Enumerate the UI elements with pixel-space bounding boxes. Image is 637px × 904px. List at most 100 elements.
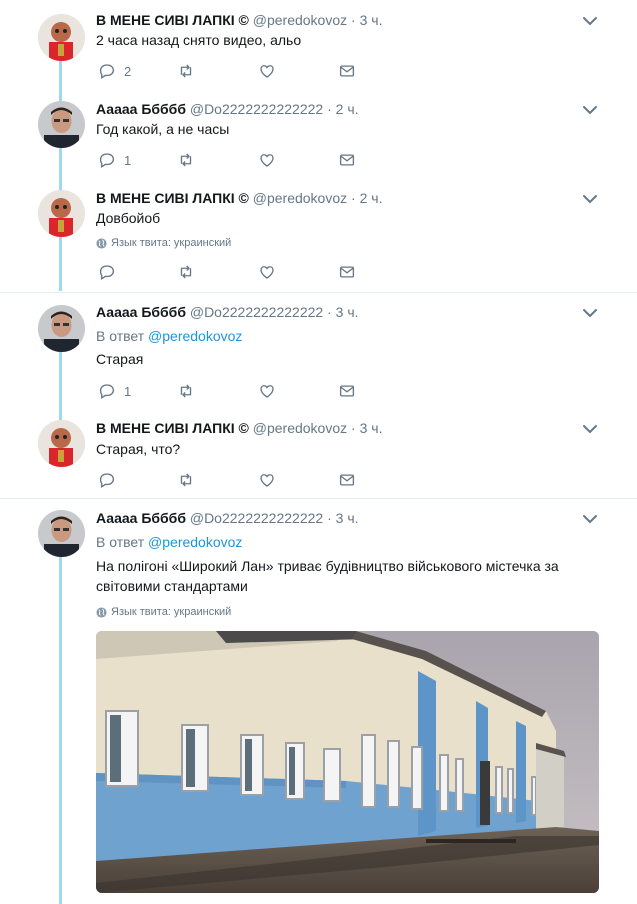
heart-icon (260, 474, 274, 487)
envelope-icon (339, 385, 355, 397)
retweet-icon (180, 473, 192, 487)
timestamp[interactable]: 3 ч. (336, 510, 359, 526)
timestamp[interactable]: 2 ч. (336, 101, 359, 117)
avatar[interactable] (38, 420, 85, 467)
separator: · (351, 420, 356, 436)
retweet-button[interactable] (177, 262, 195, 282)
tweet[interactable]: В МЕНЕ СИВІ ЛАПКІ © @peredokovoz · 2 ч. … (0, 180, 637, 292)
retweet-icon (180, 384, 192, 398)
chevron-down-icon[interactable] (582, 423, 598, 435)
dm-button[interactable] (338, 470, 356, 490)
globe-icon (96, 606, 107, 618)
retweet-button[interactable] (177, 150, 195, 170)
envelope-icon (339, 65, 355, 77)
avatar[interactable] (38, 305, 85, 352)
reply-to-prefix: В ответ (96, 534, 145, 550)
like-button[interactable] (258, 470, 276, 490)
reply-to: В ответ @peredokovoz (96, 327, 242, 345)
user-handle[interactable]: @Do2222222222222 (190, 510, 323, 526)
reply-to-handle[interactable]: @peredokovoz (148, 534, 242, 550)
tweet[interactable]: В МЕНЕ СИВІ ЛАПКІ © @peredokovoz · 3 ч. … (0, 408, 637, 498)
tweet-actions (98, 262, 358, 282)
globe-icon (96, 237, 107, 249)
chevron-down-icon[interactable] (582, 513, 598, 525)
user-handle[interactable]: @peredokovoz (253, 190, 347, 206)
user-handle[interactable]: @Do2222222222222 (190, 101, 323, 117)
reply-button[interactable]: 1 (98, 381, 131, 401)
like-button[interactable] (258, 262, 276, 282)
tweet-header: Ааааа Ббббб @Do2222222222222 · 2 ч. (96, 100, 359, 118)
user-name[interactable]: В МЕНЕ СИВІ ЛАПКІ © (96, 420, 249, 436)
retweet-icon (180, 64, 192, 78)
retweet-icon (180, 153, 192, 167)
user-handle[interactable]: @peredokovoz (253, 420, 347, 436)
tweet[interactable]: В МЕНЕ СИВІ ЛАПКІ © @peredokovoz · 3 ч. … (0, 0, 637, 92)
user-name[interactable]: В МЕНЕ СИВІ ЛАПКІ © (96, 190, 249, 206)
tweet[interactable]: Ааааа Ббббб @Do2222222222222 · 3 ч. В от… (0, 293, 637, 408)
user-name[interactable]: Ааааа Ббббб (96, 510, 186, 526)
reply-button[interactable] (98, 470, 116, 490)
reply-button[interactable] (98, 262, 116, 282)
reply-to-prefix: В ответ (96, 328, 145, 344)
reply-count: 1 (124, 383, 132, 399)
timestamp[interactable]: 3 ч. (360, 12, 383, 28)
user-name[interactable]: В МЕНЕ СИВІ ЛАПКІ © (96, 12, 249, 28)
tweet-header: В МЕНЕ СИВІ ЛАПКІ © @peredokovoz · 3 ч. (96, 11, 382, 29)
separator: · (327, 510, 332, 526)
heart-icon (260, 65, 274, 78)
reply-icon (99, 473, 115, 488)
retweet-button[interactable] (177, 470, 195, 490)
language-label: Язык твита: украинский (111, 237, 232, 249)
user-name[interactable]: Ааааа Ббббб (96, 101, 186, 117)
tweet-header: Ааааа Ббббб @Do2222222222222 · 3 ч. (96, 303, 359, 321)
reply-count: 1 (124, 152, 132, 168)
timestamp[interactable]: 3 ч. (336, 304, 359, 320)
separator: · (327, 101, 332, 117)
avatar[interactable] (38, 101, 85, 148)
tweet-actions: 2 (98, 61, 358, 81)
chevron-down-icon[interactable] (582, 15, 598, 27)
retweet-button[interactable] (177, 381, 195, 401)
dm-button[interactable] (338, 61, 356, 81)
avatar[interactable] (38, 510, 85, 557)
tweet-language: Язык твита: украинский (96, 236, 231, 250)
avatar[interactable] (38, 14, 85, 61)
tweet-text: На полігоні «Широкий Лан» триває будівни… (96, 558, 559, 594)
chevron-down-icon[interactable] (582, 307, 598, 319)
chevron-down-icon[interactable] (582, 193, 598, 205)
chevron-down-icon[interactable] (582, 104, 598, 116)
user-handle[interactable]: @peredokovoz (253, 12, 347, 28)
like-button[interactable] (258, 381, 276, 401)
user-handle[interactable]: @Do2222222222222 (190, 304, 323, 320)
heart-icon (260, 385, 274, 398)
reply-button[interactable]: 1 (98, 150, 131, 170)
retweet-button[interactable] (177, 61, 195, 81)
user-name[interactable]: Ааааа Ббббб (96, 304, 186, 320)
reply-button[interactable]: 2 (98, 61, 131, 81)
like-button[interactable] (258, 61, 276, 81)
dm-button[interactable] (338, 150, 356, 170)
reply-to: В ответ @peredokovoz (96, 533, 242, 551)
reply-icon (99, 265, 115, 280)
tweet-actions (98, 470, 358, 490)
dm-button[interactable] (338, 262, 356, 282)
reply-icon (99, 384, 115, 399)
tweet-actions: 1 (98, 381, 358, 401)
reply-count: 2 (124, 63, 132, 79)
avatar[interactable] (38, 190, 85, 237)
envelope-icon (339, 266, 355, 278)
tweet-photo[interactable] (96, 631, 599, 893)
tweet-text: Год какой, а не часы (96, 121, 230, 137)
tweet-header: В МЕНЕ СИВІ ЛАПКІ © @peredokovoz · 2 ч. (96, 189, 382, 207)
retweet-icon (180, 265, 192, 279)
dm-button[interactable] (338, 381, 356, 401)
heart-icon (260, 266, 274, 279)
timestamp[interactable]: 3 ч. (360, 420, 383, 436)
reply-to-handle[interactable]: @peredokovoz (148, 328, 242, 344)
heart-icon (260, 154, 274, 167)
like-button[interactable] (258, 150, 276, 170)
tweet[interactable]: Ааааа Ббббб @Do2222222222222 · 2 ч. Год … (0, 92, 637, 180)
timestamp[interactable]: 2 ч. (360, 190, 383, 206)
tweet-text: Довбойоб (96, 210, 161, 226)
tweet-text: Старая (96, 351, 144, 367)
